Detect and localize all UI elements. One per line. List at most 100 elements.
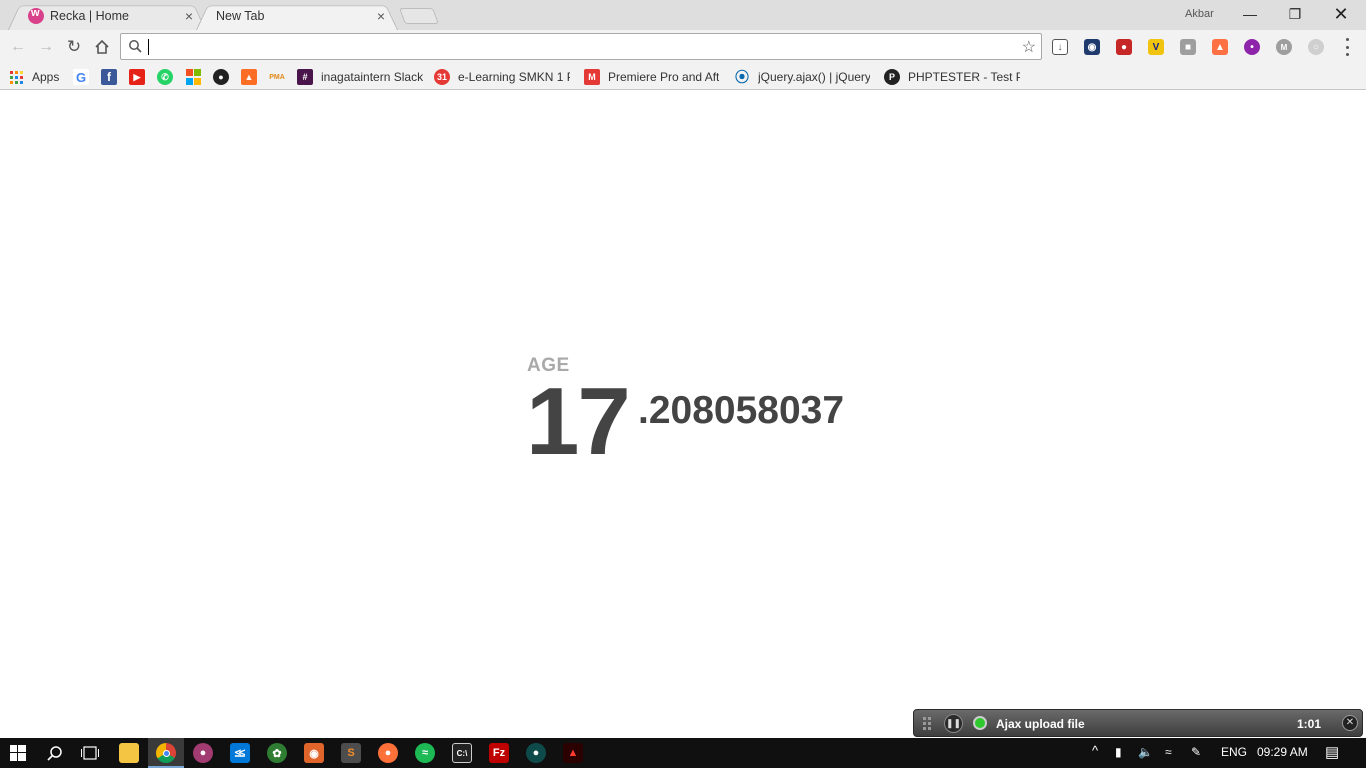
bookmark-github[interactable]: ● <box>213 67 237 87</box>
google-icon: G <box>73 69 89 85</box>
age-decimal: .208058037 <box>638 389 845 432</box>
app-icon[interactable]: ● <box>526 743 546 763</box>
spotify-icon[interactable]: ≈ <box>415 743 435 763</box>
tab-title: New Tab <box>216 9 265 23</box>
minimize-icon[interactable]: — <box>1227 0 1273 28</box>
wifi-icon[interactable]: ≈ <box>1165 745 1172 759</box>
bookmark-jquery[interactable]: ⦿ jQuery.ajax() | jQuery <box>734 67 870 87</box>
phpmyadmin-icon: PMA <box>269 69 285 85</box>
bookmark-gitlab[interactable]: ▲ <box>241 67 265 87</box>
sublime-icon[interactable]: S <box>341 743 361 763</box>
restore-icon[interactable]: ❐ <box>1272 0 1318 28</box>
forward-icon[interactable]: → <box>35 36 57 58</box>
recording-time: 1:01 <box>1297 717 1322 731</box>
pause-button[interactable]: ❚❚ <box>944 714 963 733</box>
text-caret <box>148 39 149 55</box>
pen-icon[interactable]: ✎ <box>1191 745 1201 759</box>
bookmark-google[interactable]: G <box>73 67 97 87</box>
bookmark-slack[interactable]: # inagataintern Slack <box>297 67 423 87</box>
tab-recka-home[interactable]: Recka | Home × <box>8 2 206 30</box>
bookmark-label: PHPTESTER - Test PH <box>908 70 1020 84</box>
file-explorer-icon[interactable] <box>119 743 139 763</box>
profile-name[interactable]: Akbar <box>1185 8 1214 20</box>
bookmark-youtube[interactable]: ▶ <box>129 67 153 87</box>
tab-close-icon[interactable]: × <box>374 9 388 23</box>
ghost-icon[interactable]: ○ <box>1308 39 1324 55</box>
age-integer: 17 <box>526 368 631 475</box>
filezilla-icon[interactable]: Fz <box>489 743 509 763</box>
tab-title: Recka | Home <box>50 9 129 23</box>
premiere-icon: M <box>584 69 600 85</box>
bookmarks-bar: Apps G f ▶ ✆ ● ▲ PMA # inagataintern Sla… <box>0 64 1366 90</box>
terminal-icon[interactable]: C:\ <box>452 743 472 763</box>
bookmark-elearning[interactable]: 31 e-Learning SMKN 1 P <box>434 67 570 87</box>
search-icon <box>129 40 142 53</box>
v-icon[interactable]: V <box>1148 39 1164 55</box>
recording-status-icon <box>973 716 987 730</box>
new-tab-button[interactable] <box>399 8 439 24</box>
github-icon: ● <box>213 69 229 85</box>
bookmark-facebook[interactable]: f <box>101 67 125 87</box>
incognito-icon[interactable]: ■ <box>1180 39 1196 55</box>
bookmark-label: Apps <box>32 70 60 84</box>
tab-new-tab[interactable]: New Tab × <box>196 2 398 30</box>
people-icon[interactable]: ● <box>1116 39 1132 55</box>
app-icon[interactable]: ▲ <box>563 743 583 763</box>
fox-icon[interactable]: ▲ <box>1212 39 1228 55</box>
app-icon[interactable]: ✿ <box>267 743 287 763</box>
bookmark-phptester[interactable]: P PHPTESTER - Test PH <box>884 67 1020 87</box>
microsoft-icon <box>185 69 201 85</box>
bookmark-label: inagataintern Slack <box>321 70 424 84</box>
bookmark-whatsapp[interactable]: ✆ <box>157 67 181 87</box>
browser-titlebar: Recka | Home × New Tab × Akbar — ❐ ✕ <box>0 0 1366 30</box>
slack-icon: # <box>297 69 313 85</box>
back-icon[interactable]: ← <box>7 36 29 58</box>
app-icon[interactable]: ● <box>193 743 213 763</box>
drag-handle-icon[interactable] <box>923 717 931 730</box>
recka-favicon-icon <box>28 7 44 24</box>
whatsapp-icon: ✆ <box>157 69 173 85</box>
bookmark-label: jQuery.ajax() | jQuery <box>758 70 870 84</box>
reload-icon[interactable]: ↻ <box>63 36 85 58</box>
bookmark-phpmyadmin[interactable]: PMA <box>269 67 293 87</box>
bookmark-label: e-Learning SMKN 1 P <box>458 70 570 84</box>
clock[interactable]: 09:29 AM <box>1257 745 1308 759</box>
close-icon[interactable]: ✕ <box>1318 0 1364 28</box>
jquery-icon: ⦿ <box>734 69 750 85</box>
search-icon[interactable] <box>45 743 65 763</box>
language-indicator[interactable]: ENG <box>1221 745 1247 759</box>
address-input[interactable] <box>147 37 1007 56</box>
download-icon[interactable]: ↓ <box>1052 39 1068 55</box>
app-icon[interactable]: ◉ <box>304 743 324 763</box>
bookmark-microsoft[interactable] <box>185 67 209 87</box>
recorder-close-icon[interactable]: ✕ <box>1342 715 1358 731</box>
chrome-menu-icon[interactable] <box>1343 38 1351 56</box>
firefox-icon[interactable]: ● <box>378 743 398 763</box>
windows-taskbar: ● ⪣ ✿ ◉ S ● ≈ C:\ Fz ● ▲ ^ ▮ 🔈 ≈ ✎ ENG 0… <box>0 738 1366 768</box>
apps-grid-icon <box>10 70 23 84</box>
notification-center-icon[interactable]: ▤ <box>1325 743 1339 761</box>
vscode-icon[interactable]: ⪣ <box>230 743 250 763</box>
tab-close-icon[interactable]: × <box>182 9 196 23</box>
start-icon[interactable] <box>8 743 28 763</box>
screenshot-icon[interactable]: ◉ <box>1084 39 1100 55</box>
home-icon[interactable] <box>91 36 113 58</box>
m-icon[interactable]: M <box>1276 39 1292 55</box>
bookmark-apps[interactable]: Apps <box>10 67 59 87</box>
task-view-icon[interactable] <box>80 743 100 763</box>
battery-icon[interactable]: ▮ <box>1115 745 1122 759</box>
address-bar[interactable]: ☆ <box>120 33 1042 60</box>
bookmark-premiere[interactable]: M Premiere Pro and Aft <box>584 67 720 87</box>
recording-title: Ajax upload file <box>996 717 1085 731</box>
gitlab-icon: ▲ <box>241 69 257 85</box>
volume-icon[interactable]: 🔈 <box>1138 745 1153 759</box>
bookmark-label: Premiere Pro and Aft <box>608 70 720 84</box>
screen-recorder-widget: ❚❚ Ajax upload file 1:01 ✕ <box>913 709 1363 737</box>
chrome-icon[interactable] <box>156 743 176 763</box>
facebook-icon: f <box>101 69 117 85</box>
elearning-icon: 31 <box>434 69 450 85</box>
purple-icon[interactable]: • <box>1244 39 1260 55</box>
tray-overflow-icon[interactable]: ^ <box>1092 743 1098 758</box>
browser-toolbar: ← → ↻ ☆ ↓ ◉ ● V ■ ▲ • M ○ <box>0 30 1366 64</box>
bookmark-star-icon[interactable]: ☆ <box>1022 37 1036 57</box>
